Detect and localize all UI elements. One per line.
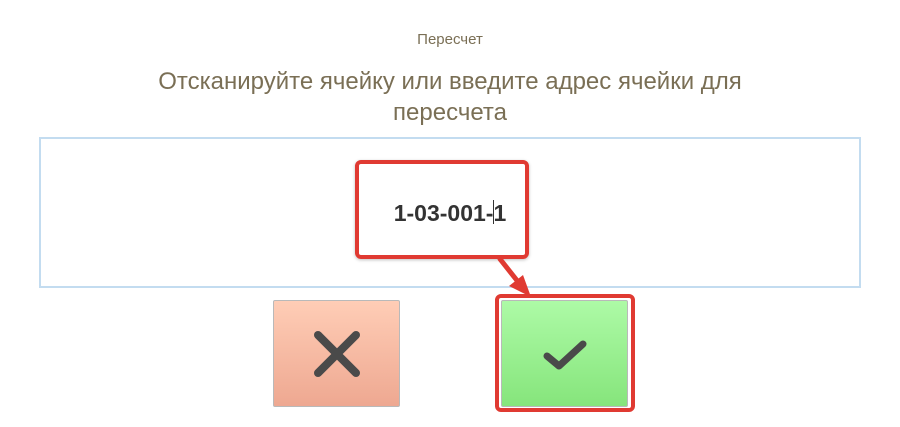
cancel-button[interactable] — [273, 300, 400, 407]
recount-dialog: Пересчет Отсканируйте ячейку или введите… — [0, 0, 900, 427]
window-title: Пересчет — [417, 31, 483, 48]
annotation-highlight-confirm — [495, 294, 635, 412]
annotation-highlight-input — [355, 160, 529, 259]
prompt-text: Отсканируйте ячейку или введите адрес яч… — [158, 68, 742, 126]
close-icon — [313, 330, 360, 377]
